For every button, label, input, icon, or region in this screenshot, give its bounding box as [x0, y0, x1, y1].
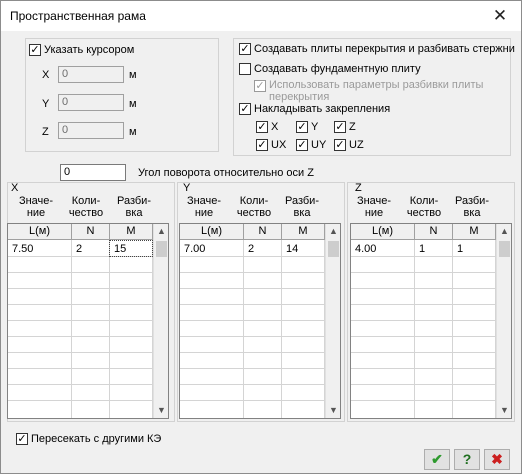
table-y-scrollbar[interactable]: ▲ ▼: [325, 224, 340, 418]
table-y-scroll-thumb[interactable]: [328, 241, 339, 257]
table-z-scroll-thumb[interactable]: [499, 241, 510, 257]
cross-icon: ✖: [491, 451, 503, 467]
scroll-down-icon[interactable]: ▼: [154, 403, 169, 418]
constraint-y-label: Y: [311, 121, 319, 133]
table-x-grid[interactable]: L(м) N M 7.50 2 15 ▲ ▼: [7, 223, 169, 419]
table-x-scroll-thumb[interactable]: [156, 241, 167, 257]
table-y-cell-l[interactable]: 7.00: [180, 241, 205, 257]
table-y-col-title-value: Значе- ние: [186, 195, 222, 219]
ok-button[interactable]: ✔: [424, 449, 450, 470]
checkmark-icon: ✔: [431, 451, 443, 467]
z-coord-label: Z: [42, 126, 49, 138]
table-y-cell-m[interactable]: 14: [282, 241, 298, 257]
table-y-header-m: M: [282, 224, 325, 240]
constraint-uy-label: UY: [311, 139, 327, 151]
table-x-col-title-value: Значе- ние: [18, 195, 54, 219]
table-z-header-n: N: [415, 224, 453, 240]
table-x-focus-cell: [109, 240, 153, 257]
z-coord-unit: м: [129, 126, 137, 138]
create-slabs-checkbox[interactable]: ✓: [239, 43, 251, 55]
rotation-angle-field[interactable]: 0: [60, 164, 126, 181]
create-foundation-label: Создавать фундаментную плиту: [254, 63, 421, 75]
constraint-uz-checkbox[interactable]: ✓: [334, 139, 346, 151]
y-coord-unit: м: [129, 98, 137, 110]
dialog-window: Пространственная рама ✕ ✓ Указать курсор…: [0, 0, 522, 474]
table-x-axis-label: X: [11, 182, 19, 194]
scroll-up-icon[interactable]: ▲: [154, 224, 169, 239]
table-x-scrollbar[interactable]: ▲ ▼: [153, 224, 168, 418]
constraint-z-label: Z: [349, 121, 356, 133]
x-coord-label: X: [42, 69, 50, 81]
table-z-header-m: M: [453, 224, 496, 240]
table-y-cell-n[interactable]: 2: [244, 241, 254, 257]
help-button[interactable]: ?: [454, 449, 480, 470]
use-split-params-checkbox: ✓: [254, 79, 266, 92]
constraint-x-checkbox[interactable]: ✓: [256, 121, 268, 133]
constraint-y-checkbox[interactable]: ✓: [296, 121, 308, 133]
use-split-params-label-line1: Использовать параметры разбивки плиты: [269, 79, 484, 91]
create-slabs-label: Создавать плиты перекрытия и разбивать с…: [254, 43, 515, 55]
scroll-up-icon[interactable]: ▲: [497, 224, 512, 239]
table-z-axis-label: Z: [355, 182, 362, 194]
table-x-col-title-count: Коли- чество: [68, 195, 104, 219]
create-foundation-checkbox[interactable]: [239, 63, 251, 75]
constraint-uy-checkbox[interactable]: ✓: [296, 139, 308, 151]
constraint-x-label: X: [271, 121, 279, 133]
window-title: Пространственная рама: [10, 9, 146, 23]
cancel-button[interactable]: ✖: [484, 449, 510, 470]
y-coord-label: Y: [42, 98, 50, 110]
table-z-header-l: L(м): [351, 224, 415, 240]
constraint-ux-label: UX: [271, 139, 287, 151]
table-x-cell-n[interactable]: 2: [72, 241, 82, 257]
table-z-scrollbar[interactable]: ▲ ▼: [496, 224, 511, 418]
table-x-header-l: L(м): [8, 224, 72, 240]
table-x-cell-l[interactable]: 7.50: [8, 241, 33, 257]
table-z-col-title-count: Коли- чество: [406, 195, 442, 219]
table-z-col-title-split: Разби- вка: [455, 195, 489, 219]
table-z-col-title-value: Значе- ние: [356, 195, 392, 219]
constraint-z-checkbox[interactable]: ✓: [334, 121, 346, 133]
cursor-checkbox-label: Указать курсором: [44, 44, 135, 56]
scroll-down-icon[interactable]: ▼: [497, 403, 512, 418]
table-x-header-n: N: [72, 224, 110, 240]
apply-constraints-label: Накладывать закрепления: [254, 103, 391, 115]
scroll-down-icon[interactable]: ▼: [326, 403, 341, 418]
table-x-header-m: M: [110, 224, 153, 240]
table-y-grid[interactable]: L(м) N M 7.00 2 14 ▲ ▼: [179, 223, 341, 419]
y-coord-field[interactable]: 0: [58, 94, 124, 111]
constraint-ux-checkbox[interactable]: ✓: [256, 139, 268, 151]
x-coord-unit: м: [129, 69, 137, 81]
table-z-grid[interactable]: L(м) N M 4.00 1 1 ▲ ▼: [350, 223, 512, 419]
table-x-col-title-split: Разби- вка: [117, 195, 151, 219]
question-icon: ?: [462, 451, 472, 467]
table-y-col-title-count: Коли- чество: [236, 195, 272, 219]
table-y-axis-label: Y: [183, 182, 191, 194]
constraint-uz-label: UZ: [349, 139, 364, 151]
table-y-header-l: L(м): [180, 224, 244, 240]
apply-constraints-checkbox[interactable]: ✓: [239, 103, 251, 115]
table-y-header-n: N: [244, 224, 282, 240]
table-z-cell-m[interactable]: 1: [453, 241, 463, 257]
x-coord-field[interactable]: 0: [58, 66, 124, 83]
cursor-checkbox[interactable]: ✓: [29, 44, 41, 56]
use-split-params-label-line2: перекрытия: [269, 91, 330, 103]
table-z-cell-n[interactable]: 1: [415, 241, 425, 257]
z-coord-field[interactable]: 0: [58, 122, 124, 139]
title-bar: Пространственная рама ✕: [1, 1, 521, 31]
table-y-col-title-split: Разби- вка: [285, 195, 319, 219]
intersect-checkbox[interactable]: ✓: [16, 433, 28, 445]
rotation-angle-label: Угол поворота относительно оси Z: [138, 167, 314, 179]
scroll-up-icon[interactable]: ▲: [326, 224, 341, 239]
intersect-label: Пересекать с другими КЭ: [31, 433, 162, 445]
close-icon[interactable]: ✕: [485, 4, 515, 28]
table-z-cell-l[interactable]: 4.00: [351, 241, 376, 257]
